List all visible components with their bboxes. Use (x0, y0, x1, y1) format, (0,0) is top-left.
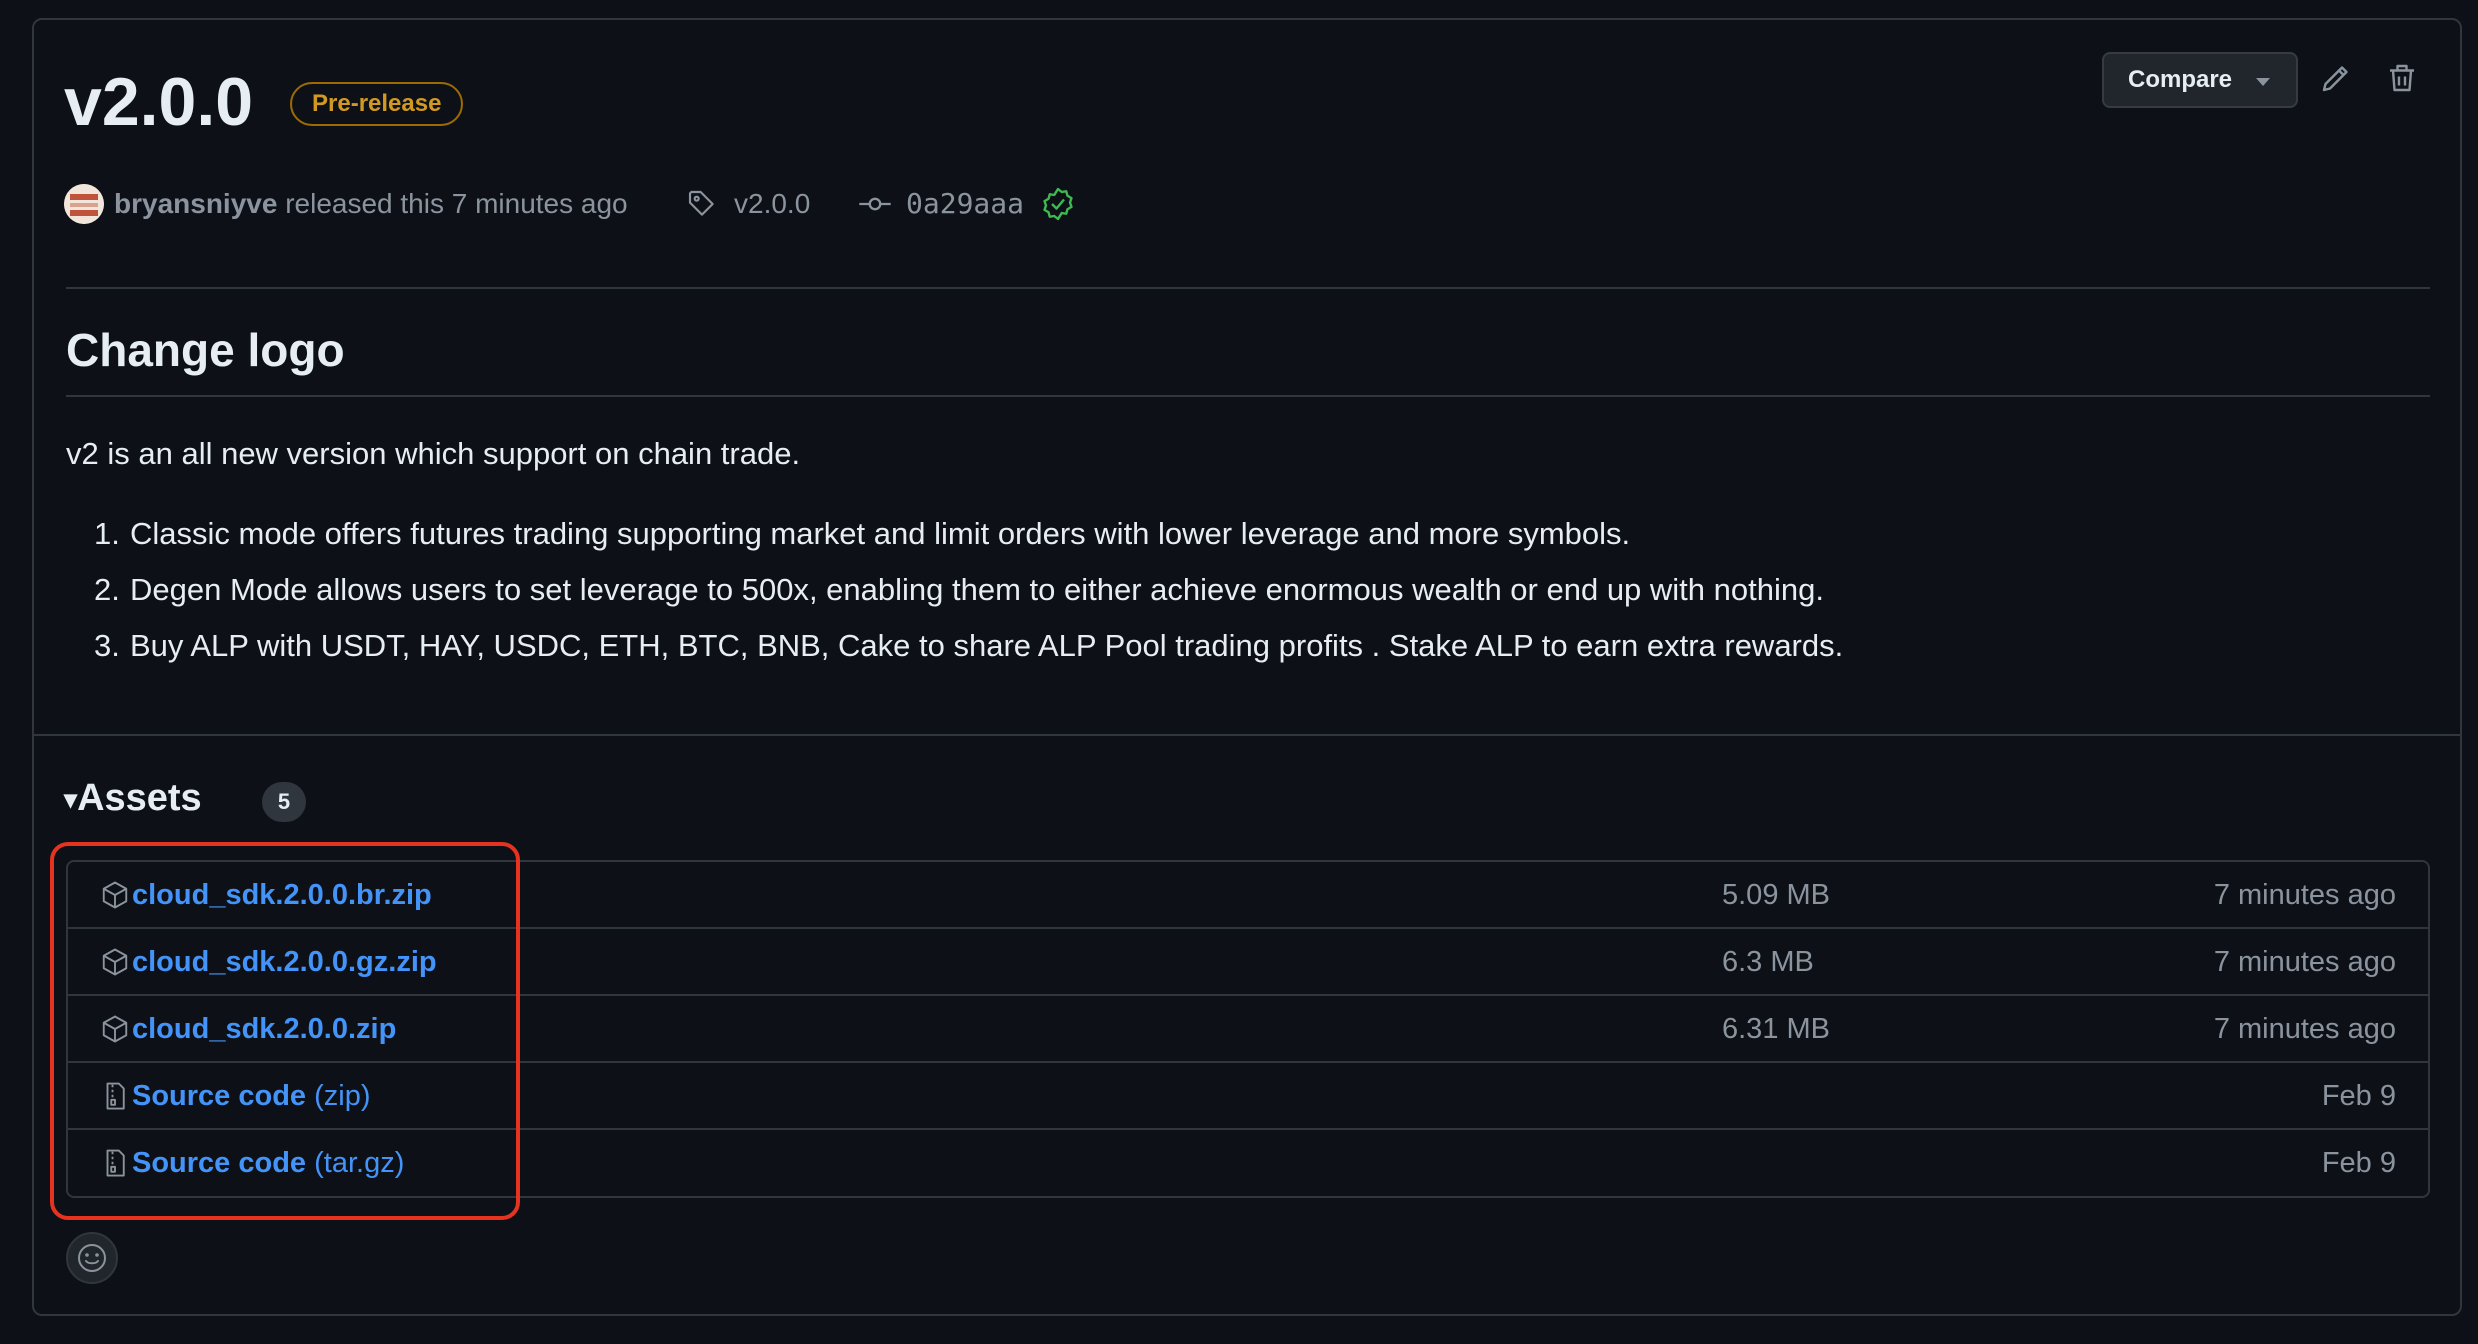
asset-date: 7 minutes ago (2213, 879, 2396, 911)
asset-size: 6.3 MB (1722, 946, 1814, 978)
assets-toggle[interactable]: ▾Assets (64, 774, 202, 823)
pre-release-badge: Pre-release (290, 82, 464, 126)
asset-date: Feb 9 (2321, 1147, 2396, 1179)
triangle-down-icon: ▾ (64, 784, 78, 814)
list-item: 3. Buy ALP with USDT, HAY, USDC, ETH, BTC… (94, 628, 1844, 663)
compare-label: Compare (2128, 66, 2233, 93)
verified-icon[interactable] (1040, 186, 1076, 222)
heading-divider (66, 395, 2430, 397)
asset-date: Feb 9 (2321, 1080, 2396, 1112)
trash-icon[interactable] (2384, 60, 2420, 96)
release-title[interactable]: v2.0.0 (64, 62, 253, 142)
asset-date: 7 minutes ago (2213, 946, 2396, 978)
divider (66, 287, 2430, 289)
pencil-icon[interactable] (2318, 60, 2354, 96)
chevron-down-icon (2256, 78, 2270, 86)
avatar[interactable] (64, 184, 104, 224)
commit-icon (858, 188, 892, 220)
highlight-box (50, 842, 520, 1220)
assets-heading: Assets (77, 777, 202, 819)
assets-count-badge: 5 (262, 782, 306, 822)
author-link[interactable]: bryansniyve (114, 188, 277, 219)
add-reaction-button[interactable] (66, 1232, 118, 1284)
smiley-icon (78, 1244, 106, 1272)
asset-size: 5.09 MB (1722, 879, 1830, 911)
list-item: 2. Degen Mode allows users to set leverag… (94, 572, 1824, 607)
section-divider (32, 734, 2462, 736)
asset-date: 7 minutes ago (2213, 1013, 2396, 1045)
asset-size: 6.31 MB (1722, 1013, 1830, 1045)
tag-icon (686, 188, 718, 220)
release-intro: v2 is an all new version which support o… (66, 436, 801, 471)
compare-button[interactable]: Compare (2102, 52, 2298, 108)
tag-link[interactable]: v2.0.0 (734, 180, 810, 228)
list-item: 1. Classic mode offers futures trading su… (94, 516, 1631, 551)
release-meta: bryansniyve released this 7 minutes ago (114, 180, 628, 228)
released-text: released this 7 minutes ago (285, 188, 628, 219)
release-heading: Change logo (66, 324, 345, 376)
commit-link[interactable]: 0a29aaa (906, 180, 1024, 228)
